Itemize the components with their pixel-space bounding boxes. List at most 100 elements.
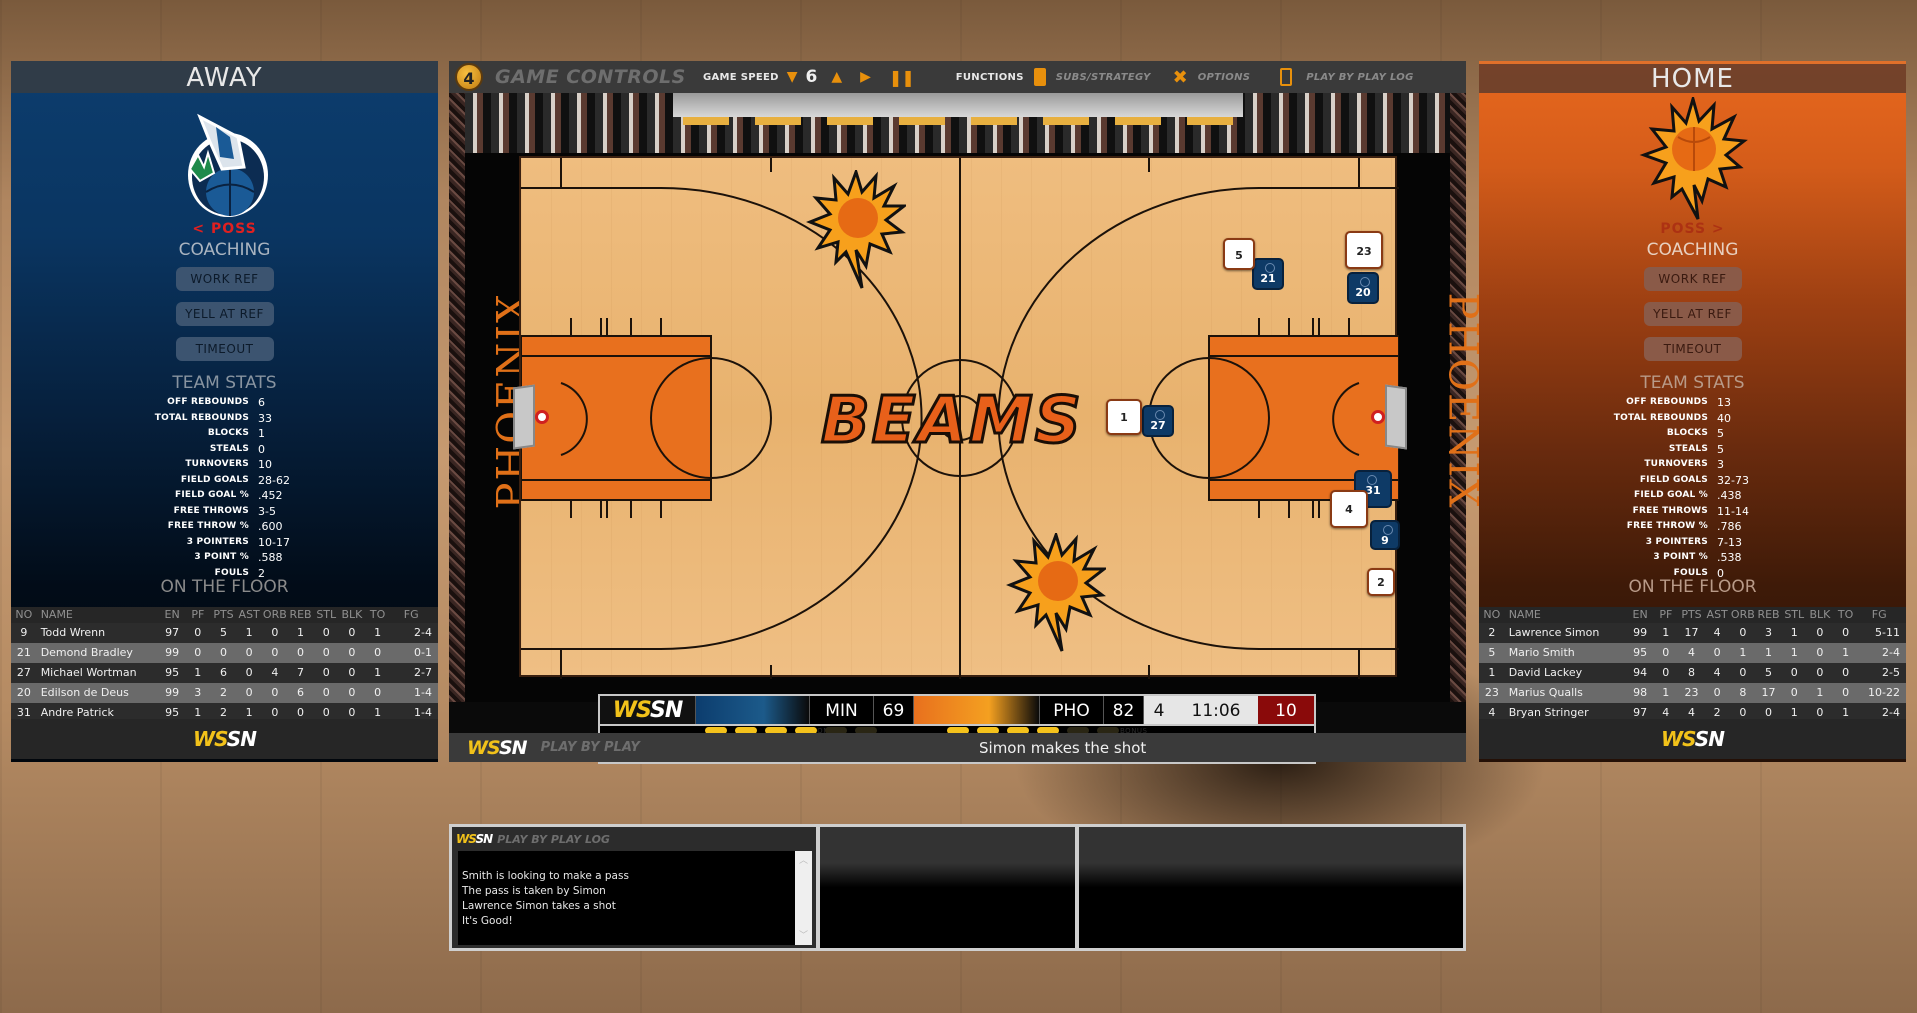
away-timeout-button[interactable]: TIMEOUT [175,337,274,361]
log-title: PLAY BY PLAY LOG [497,832,610,846]
scoreboard-brand: WSSN [600,696,696,724]
player-cell-pts: 23 [1684,686,1699,699]
wssn-sn: SN [226,727,257,751]
team-stat-label: 3 POINTERS [186,536,249,547]
away-player-marker[interactable]: 21 [1252,258,1284,290]
column-header-pts[interactable]: PTS [211,607,237,623]
clipboard-icon[interactable] [1033,68,1046,86]
away-player-marker[interactable]: 20 [1347,272,1379,304]
player-cell-stl: 1 [1790,646,1798,659]
team-stat-label: TURNOVERS [1644,459,1708,469]
column-header-stl[interactable]: STL [1781,607,1807,623]
speed-down-icon[interactable]: ▼ [787,69,798,85]
team-stat-value: 11-14 [1717,504,1749,518]
player-cell-stl: 0 [322,686,330,699]
home-yell-at-ref-button[interactable]: YELL AT REF [1643,302,1742,326]
column-header-pf[interactable]: PF [1653,607,1679,623]
backboard-right-icon [1385,384,1407,450]
log-scrollbar[interactable]: ︿ ﹀ [795,851,812,945]
column-header-orb[interactable]: ORB [262,607,288,623]
subs-strategy-button[interactable]: SUBS/STRATEGY [1056,72,1151,83]
column-header-blk[interactable]: BLK [339,607,365,623]
player-row[interactable]: 1 David Lackey 94 0 8 4 0 5 0 0 0 2-5 [1479,663,1906,683]
log-document-icon[interactable] [1280,68,1293,86]
column-header-no[interactable]: NO [11,607,37,623]
game-view: 4 GAME CONTROLS GAME SPEED ▼ 6 ▲ ▶ ❚❚ FU… [449,61,1486,764]
game-speed-label: GAME SPEED [703,71,779,83]
player-row[interactable]: 20 Edilson de Deus 99 3 2 0 0 6 0 0 0 1-4 [11,683,438,703]
team-stat-value: 5 [1717,427,1724,440]
column-header-pts[interactable]: PTS [1679,607,1705,623]
team-stat-label: STEALS [209,443,249,454]
column-header-name[interactable]: NAME [37,607,160,623]
home-work-ref-button[interactable]: WORK REF [1643,267,1742,291]
column-header-to[interactable]: TO [365,607,391,623]
column-header-to[interactable]: TO [1833,607,1859,623]
home-player-marker[interactable]: 5 [1223,238,1255,270]
column-header-no[interactable]: NO [1479,607,1505,623]
team-stat-row: TOTAL REBOUNDS 40 [1479,411,1906,427]
team-stat-row: 3 POINT % .588 [11,550,438,566]
column-header-fg[interactable]: FG [390,607,438,623]
speed-up-icon[interactable]: ▲ [831,69,842,85]
player-row[interactable]: 5 Mario Smith 95 0 4 0 1 1 1 0 1 2-4 [1479,643,1906,663]
log-text[interactable]: Smith is looking to make a pass The pass … [458,851,812,945]
team-stat-value: 32-73 [1717,473,1749,487]
home-player-marker[interactable]: 2 [1367,568,1395,596]
scoreboard-home-logo-icon [914,696,1040,724]
team-stat-row: FREE THROWS 3-5 [11,504,438,520]
log-line: Smith is looking to make a pass [462,870,629,882]
column-header-name[interactable]: NAME [1505,607,1628,623]
column-header-orb[interactable]: ORB [1730,607,1756,623]
scroll-down-icon[interactable]: ﹀ [795,928,812,941]
column-header-reb[interactable]: REB [288,607,314,623]
play-icon[interactable]: ▶ [860,69,871,85]
scoreboard-away-abbr: MIN [810,696,874,724]
column-header-ast[interactable]: AST [1704,607,1730,623]
player-cell-name: Marius Qualls [1508,686,1583,699]
column-header-fg[interactable]: FG [1858,607,1906,623]
player-cell-stl: 0 [322,666,330,679]
player-cell-blk: 0 [1816,666,1824,679]
player-row[interactable]: 21 Demond Bradley 99 0 0 0 0 0 0 0 0 0-1 [11,643,438,663]
player-cell-blk: 0 [348,646,356,659]
away-team-panel: AWAY < POSS COACHING WORK REF YELL AT RE… [11,61,438,762]
column-header-en[interactable]: EN [1627,607,1653,623]
team-stat-value: 10 [258,458,272,471]
away-wssn-footer: WSSN [11,719,438,759]
player-row[interactable]: 23 Marius Qualls 98 1 23 0 8 17 0 1 0 10-22 [1479,683,1906,703]
away-player-marker[interactable]: 27 [1142,405,1174,437]
player-cell-en: 95 [1633,646,1648,659]
pause-icon[interactable]: ❚❚ [889,68,915,87]
options-button[interactable]: OPTIONS [1198,72,1251,83]
player-row[interactable]: 27 Michael Wortman 95 1 6 0 4 7 0 0 1 2-7 [11,663,438,683]
away-player-marker[interactable]: 9 [1370,520,1400,550]
hoop-left-icon [535,410,549,424]
wssn-ws: WS [1661,727,1696,751]
play-by-play-log-button[interactable]: PLAY BY PLAY LOG [1306,72,1413,83]
player-row[interactable]: 2 Lawrence Simon 99 1 17 4 0 3 1 0 0 5-11 [1479,623,1906,643]
wssn-sn: SN [650,698,683,723]
player-cell-stl: 1 [1790,626,1798,639]
home-timeout-button[interactable]: TIMEOUT [1643,337,1742,361]
team-stat-row: OFF REBOUNDS 13 [1479,395,1906,411]
column-header-pf[interactable]: PF [185,607,211,623]
player-row[interactable]: 9 Todd Wrenn 97 0 5 1 0 1 0 0 1 2-4 [11,623,438,643]
home-player-marker[interactable]: 1 [1106,399,1142,435]
home-player-marker[interactable]: 4 [1330,490,1368,528]
wssn-ws: WS [612,698,651,723]
away-work-ref-button[interactable]: WORK REF [175,267,274,291]
column-header-reb[interactable]: REB [1756,607,1782,623]
arena: PHOENIX PHOENIX [449,93,1486,764]
team-stat-row: FIELD GOALS 28-62 [11,473,438,489]
column-header-ast[interactable]: AST [236,607,262,623]
wrench-hammer-icon[interactable]: ✖ [1173,67,1188,88]
column-header-en[interactable]: EN [159,607,185,623]
column-header-blk[interactable]: BLK [1807,607,1833,623]
scroll-up-icon[interactable]: ︿ [795,853,812,866]
column-header-stl[interactable]: STL [313,607,339,623]
player-cell-pts: 4 [1687,646,1695,659]
player-cell-pts: 0 [219,646,227,659]
away-yell-at-ref-button[interactable]: YELL AT REF [175,302,274,326]
home-player-marker[interactable]: 23 [1345,231,1383,269]
